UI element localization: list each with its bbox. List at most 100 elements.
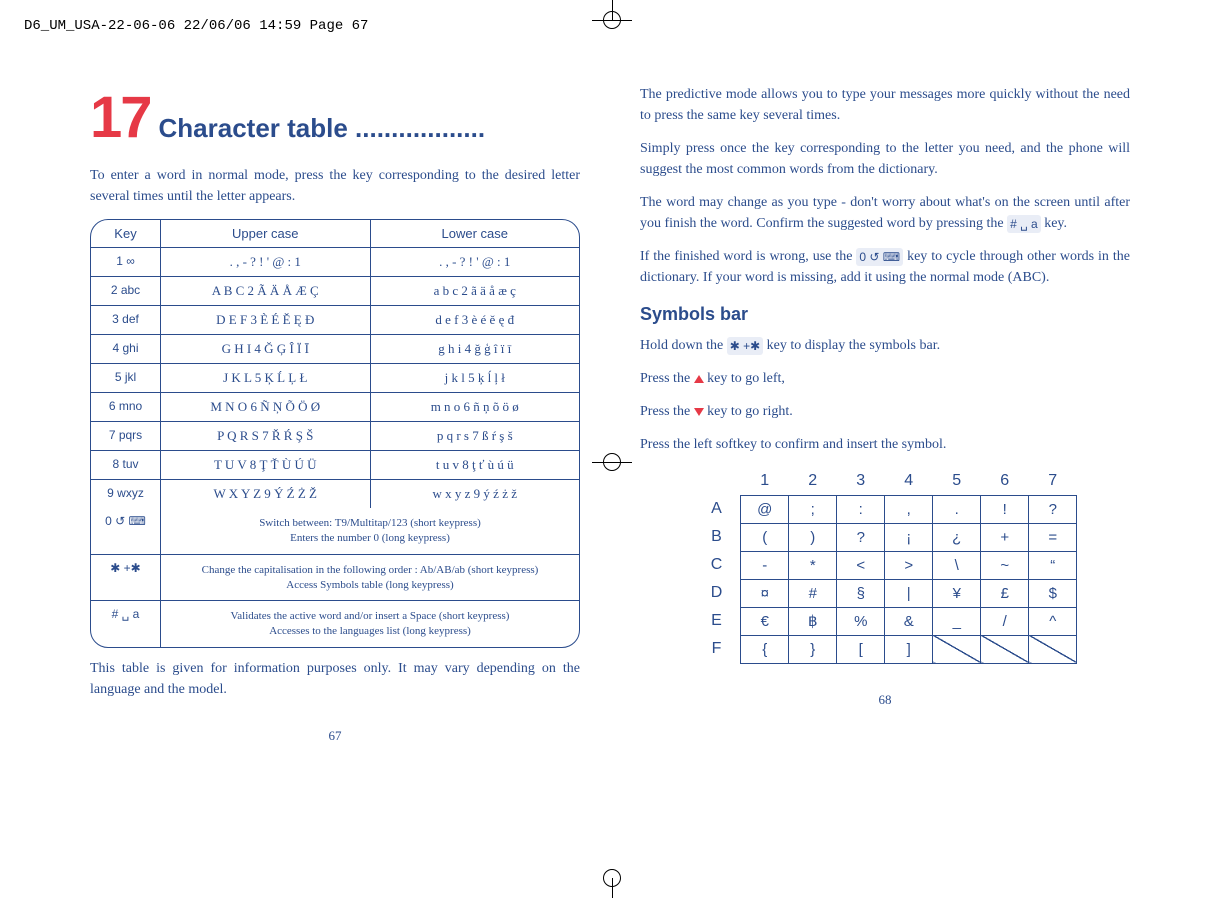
- upper-cell: M N O 6 Ñ Ņ Õ Ö Ø: [161, 393, 371, 421]
- key-cell: 0 ↺ ⌨: [91, 508, 161, 554]
- grid-cell: §: [837, 579, 885, 607]
- grid-cell: -: [741, 551, 789, 579]
- grid-cell: ¤: [741, 579, 789, 607]
- grid-col-label: 2: [789, 467, 837, 495]
- table-row: ✱ +✱Change the capitalisation in the fol…: [91, 555, 579, 602]
- lower-cell: m n o 6 ñ ņ õ ö ø: [371, 393, 580, 421]
- table-row: 5 jklJ K L 5 Ķ Ĺ Ļ Łj k l 5 ķ ĺ ļ ł: [91, 364, 579, 393]
- desc-cell: Switch between: T9/Multitap/123 (short k…: [161, 508, 579, 554]
- grid-cell: _: [933, 607, 981, 635]
- grid-cell: !: [981, 495, 1029, 523]
- symbols-line-1: Hold down the ✱ +✱ key to display the sy…: [640, 335, 1130, 356]
- grid-cell: [933, 635, 981, 663]
- grid-row-label: A: [693, 495, 741, 523]
- th-key: Key: [91, 220, 161, 247]
- grid-row-label: F: [693, 635, 741, 663]
- grid-cell: .: [933, 495, 981, 523]
- grid-cell: ~: [981, 551, 1029, 579]
- chapter-title: Character table ..................: [159, 113, 486, 144]
- lower-cell: d e f 3 è é ě ę đ: [371, 306, 580, 334]
- grid-cell: :: [837, 495, 885, 523]
- upper-cell: P Q R S 7 Ř Ŕ Ş Š: [161, 422, 371, 450]
- key-cell: 1 ∞: [91, 248, 161, 276]
- intro-paragraph: To enter a word in normal mode, press th…: [90, 165, 580, 207]
- table-row: 9 wxyzW X Y Z 9 Ý Ź Ż Žw x y z 9 ý ź ż ž: [91, 480, 579, 508]
- predictive-para-1: The predictive mode allows you to type y…: [640, 84, 1130, 126]
- table-row: 2 abcA B C 2 Ã Ä Å Æ Ça b c 2 ã ä å æ ç: [91, 277, 579, 306]
- grid-cell: ]: [885, 635, 933, 663]
- star-key-icon: ✱ +✱: [727, 337, 763, 355]
- table-row: # ␣ aValidates the active word and/or in…: [91, 601, 579, 647]
- grid-cell: [1029, 635, 1077, 663]
- upper-cell: A B C 2 Ã Ä Å Æ Ç: [161, 277, 371, 305]
- key-cell: 7 pqrs: [91, 422, 161, 450]
- grid-cell: =: [1029, 523, 1077, 551]
- key-cell: 3 def: [91, 306, 161, 334]
- grid-cell: ¥: [933, 579, 981, 607]
- table-row: 8 tuvT U V 8 Ţ Ť Ù Ú Üt u v 8 ţ ť ù ú ü: [91, 451, 579, 480]
- grid-cell: ?: [837, 523, 885, 551]
- lower-cell: t u v 8 ţ ť ù ú ü: [371, 451, 580, 479]
- page-number-left: 67: [90, 728, 580, 744]
- predictive-para-4: If the finished word is wrong, use the 0…: [640, 246, 1130, 288]
- lower-cell: j k l 5 ķ ĺ ļ ł: [371, 364, 580, 392]
- upper-cell: G H I 4 Ğ Ģ Î Ï Ī: [161, 335, 371, 363]
- grid-col-label: 3: [837, 467, 885, 495]
- grid-cell: %: [837, 607, 885, 635]
- upper-cell: D E F 3 È É Ě Ę Đ: [161, 306, 371, 334]
- grid-cell: +: [981, 523, 1029, 551]
- lower-cell: a b c 2 ã ä å æ ç: [371, 277, 580, 305]
- grid-cell: ¡: [885, 523, 933, 551]
- page-right: The predictive mode allows you to type y…: [640, 84, 1130, 744]
- symbols-line-3: Press the key to go right.: [640, 401, 1130, 422]
- grid-row-label: E: [693, 607, 741, 635]
- predictive-para-2: Simply press once the key corresponding …: [640, 138, 1130, 180]
- nav-up-icon: [694, 375, 704, 383]
- grid-col-label: 7: [1029, 467, 1077, 495]
- page-left: 17 Character table .................. To…: [90, 84, 580, 744]
- key-cell: 2 abc: [91, 277, 161, 305]
- key-cell: 8 tuv: [91, 451, 161, 479]
- grid-cell: |: [885, 579, 933, 607]
- grid-cell: £: [981, 579, 1029, 607]
- grid-cell: ?: [1029, 495, 1077, 523]
- upper-cell: W X Y Z 9 Ý Ź Ż Ž: [161, 480, 371, 508]
- grid-cell: #: [789, 579, 837, 607]
- grid-cell: <: [837, 551, 885, 579]
- lower-cell: g h i 4 ğ ģ î ï ī: [371, 335, 580, 363]
- grid-cell: (: [741, 523, 789, 551]
- grid-col-label: 4: [885, 467, 933, 495]
- chapter-number: 17: [90, 84, 151, 151]
- grid-cell: >: [885, 551, 933, 579]
- print-header: D6_UM_USA-22-06-06 22/06/06 14:59 Page 6…: [0, 0, 1223, 34]
- footnote: This table is given for information purp…: [90, 658, 580, 700]
- table-row: 0 ↺ ⌨Switch between: T9/Multitap/123 (sh…: [91, 508, 579, 555]
- table-row: 1 ∞. , - ? ! ' @ : 1. , - ? ! ' @ : 1: [91, 248, 579, 277]
- grid-cell: \: [933, 551, 981, 579]
- upper-cell: J K L 5 Ķ Ĺ Ļ Ł: [161, 364, 371, 392]
- grid-row-label: D: [693, 579, 741, 607]
- grid-row-label: C: [693, 551, 741, 579]
- grid-col-label: 6: [981, 467, 1029, 495]
- grid-cell: &: [885, 607, 933, 635]
- grid-cell: ,: [885, 495, 933, 523]
- grid-cell: }: [789, 635, 837, 663]
- symbols-bar-heading: Symbols bar: [640, 304, 1130, 325]
- grid-cell: ¿: [933, 523, 981, 551]
- character-table: Key Upper case Lower case 1 ∞. , - ? ! '…: [90, 219, 580, 648]
- grid-cell: /: [981, 607, 1029, 635]
- symbols-grid: 1234567A@;:,.!?B()?¡¿+=C-*<>\~“D¤#§|¥£$E…: [693, 467, 1078, 664]
- grid-cell: ;: [789, 495, 837, 523]
- grid-col-label: 5: [933, 467, 981, 495]
- grid-cell: *: [789, 551, 837, 579]
- grid-col-label: 1: [741, 467, 789, 495]
- key-cell: 4 ghi: [91, 335, 161, 363]
- grid-cell: [: [837, 635, 885, 663]
- nav-down-icon: [694, 408, 704, 416]
- lower-cell: w x y z 9 ý ź ż ž: [371, 480, 580, 508]
- lower-cell: . , - ? ! ' @ : 1: [371, 248, 580, 276]
- grid-cell: [981, 635, 1029, 663]
- grid-cell: $: [1029, 579, 1077, 607]
- hash-key-icon: # ␣ a: [1007, 215, 1041, 233]
- key-cell: 5 jkl: [91, 364, 161, 392]
